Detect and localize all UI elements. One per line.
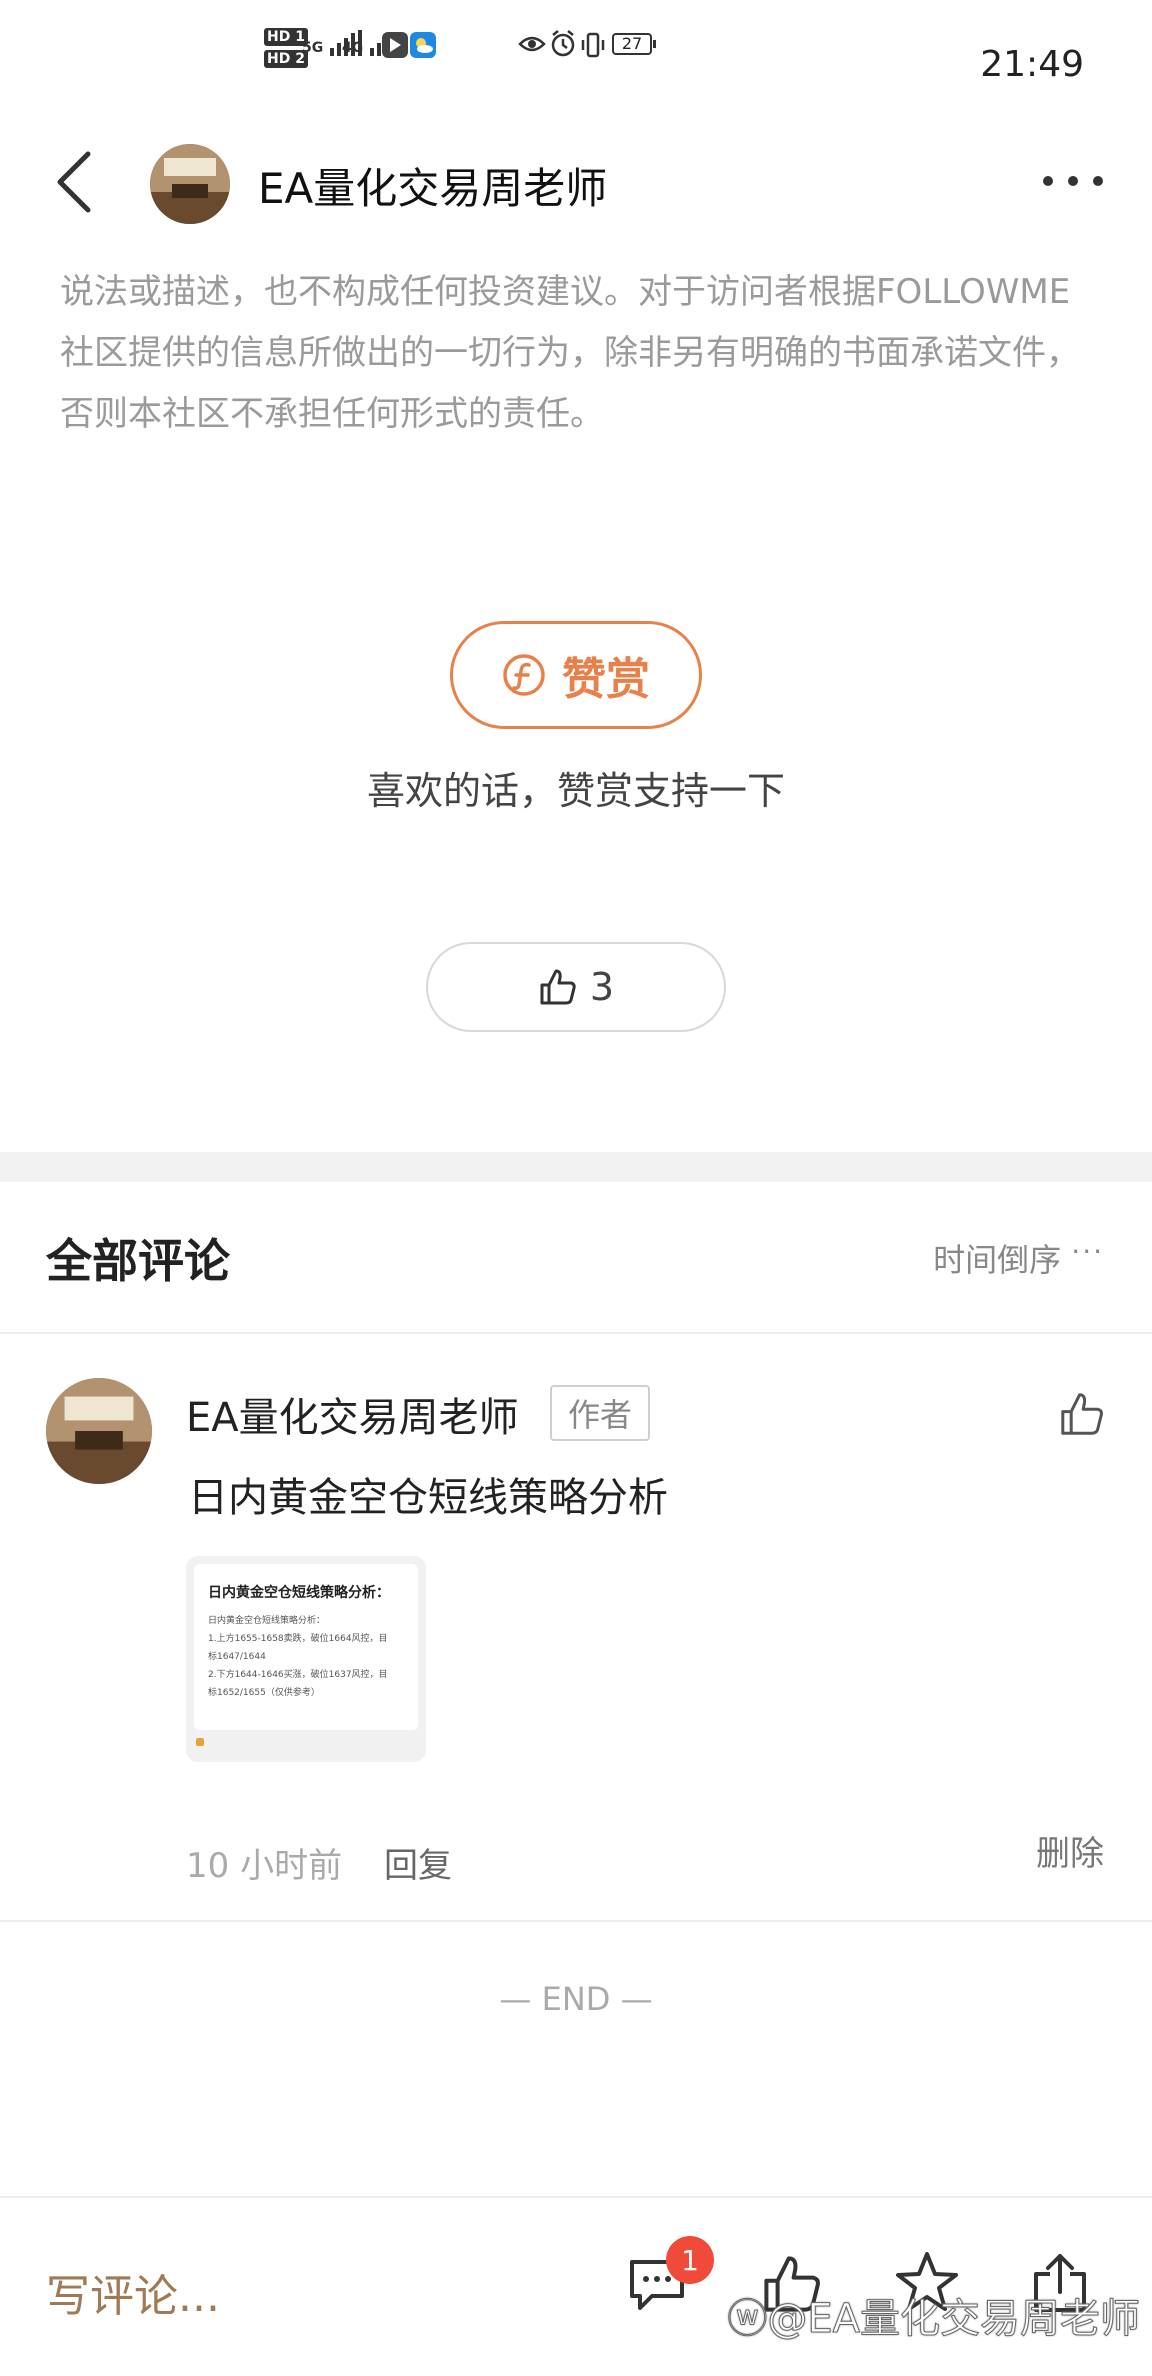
end-marker: — END — — [499, 1980, 653, 2018]
thumbnail-logo-icon — [196, 1738, 204, 1746]
thumbnail-line: 日内黄金空仓短线策略分析： — [208, 1616, 326, 1626]
comment-image-thumbnail[interactable]: 日内黄金空仓短线策略分析： 日内黄金空仓短线策略分析： 1.上方1655-165… — [186, 1556, 426, 1762]
weather-icon — [410, 32, 436, 58]
delete-button[interactable]: 删除 — [1036, 1826, 1104, 1875]
net2-label: 4G — [342, 40, 364, 56]
thumbnail-title: 日内黄金空仓短线策略分析： — [208, 1585, 390, 1601]
thumbnail-line: 2.下方1644-1646买涨，破位1637风控，目 — [208, 1670, 388, 1680]
comment-author[interactable]: EA量化交易周老师 — [186, 1385, 519, 1443]
thumbnail-line: 标1652/1655（仅供参考） — [208, 1688, 320, 1698]
like-count: 3 — [589, 965, 615, 1009]
eye-icon — [518, 36, 546, 52]
header-avatar[interactable] — [150, 144, 230, 224]
section-divider — [0, 1152, 1152, 1182]
app-notification-icon — [382, 32, 408, 58]
net1-label: 5G — [302, 40, 324, 56]
divider — [0, 1332, 1152, 1334]
divider — [0, 1920, 1152, 1922]
thumbnail-card: 日内黄金空仓短线策略分析： 日内黄金空仓短线策略分析： 1.上方1655-165… — [194, 1564, 418, 1730]
tip-label: 赞赏 — [562, 654, 650, 705]
tip-hint: 喜欢的话，赞赏支持一下 — [366, 769, 785, 813]
sort-dropdown[interactable]: 时间倒序 ··· — [933, 1235, 1104, 1281]
like-button[interactable]: 3 — [426, 942, 726, 1032]
thumbs-up-icon — [540, 969, 576, 1005]
author-badge: 作者 — [550, 1385, 650, 1441]
tip-button[interactable]: 赞赏 — [450, 621, 702, 729]
back-arrow-icon[interactable] — [54, 150, 98, 214]
sort-label: 时间倒序 — [933, 1241, 1062, 1279]
comment-text: 日内黄金空仓短线策略分析 — [188, 1475, 668, 1521]
reply-button[interactable]: 回复 — [384, 1838, 452, 1887]
write-comment-input[interactable]: 写评论... — [46, 2260, 220, 2324]
avatar-image-icon — [150, 144, 230, 224]
weibo-logo-icon: ⓦ — [727, 2296, 768, 2343]
battery-tip — [653, 40, 656, 48]
thumbnail-line: 标1647/1644 — [208, 1652, 266, 1662]
comment-count-badge: 1 — [666, 2236, 714, 2284]
alarm-icon — [551, 30, 575, 57]
battery-indicator: 27 — [612, 33, 652, 55]
comment-like-icon[interactable] — [1058, 1390, 1106, 1438]
clock: 21:49 — [980, 44, 1084, 85]
weibo-watermark: ⓦ@EA量化交易周老师 — [727, 2286, 1141, 2344]
thumbnail-line: 1.上方1655-1658卖跌，破位1664风控，目 — [208, 1634, 388, 1644]
comments-title: 全部评论 — [46, 1234, 230, 1288]
more-options-icon[interactable] — [1040, 170, 1106, 192]
vibrate-icon — [581, 32, 605, 58]
header-title: EA量化交易周老师 — [258, 164, 608, 213]
coin-icon — [503, 654, 545, 696]
watermark-text: @EA量化交易周老师 — [767, 2296, 1141, 2343]
status-bar: HD 1 HD 2 5G 4G 27 21:49 — [0, 0, 1152, 130]
disclaimer-text: 说法或描述，也不构成任何投资建议。对于访问者根据FOLLOWME 社区提供的信息… — [60, 272, 1080, 434]
ellipsis-icon: ··· — [1071, 1235, 1104, 1268]
comment-time: 10 小时前 — [186, 1846, 343, 1886]
avatar-image-icon — [46, 1378, 152, 1484]
comment-avatar[interactable] — [46, 1378, 152, 1484]
